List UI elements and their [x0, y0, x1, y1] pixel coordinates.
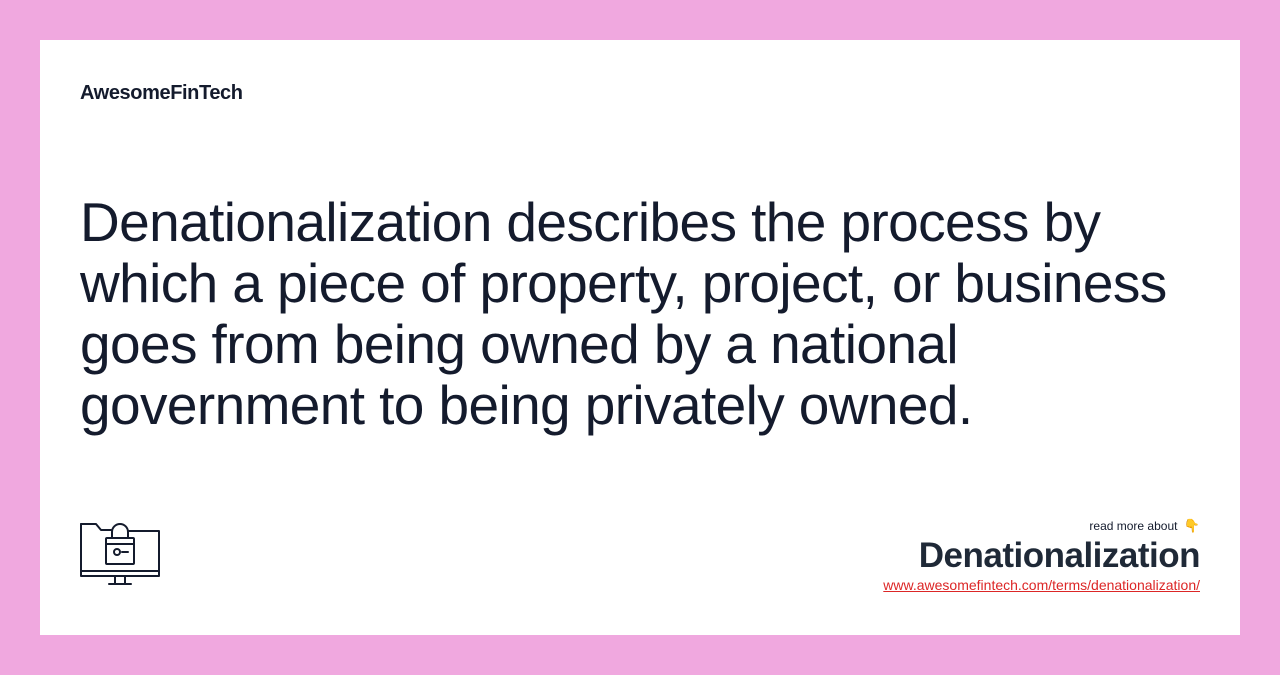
- pointing-down-icon: 👇: [1183, 518, 1200, 533]
- term-url-link[interactable]: www.awesomefintech.com/terms/denationali…: [883, 576, 1200, 594]
- read-more-text: read more about: [1089, 519, 1178, 533]
- computer-lock-icon: [80, 522, 160, 586]
- card: AwesomeFinTech Denationalization describ…: [40, 40, 1240, 635]
- definition-text: Denationalization describes the process …: [80, 191, 1167, 436]
- brand-logo-text[interactable]: AwesomeFinTech: [80, 82, 243, 105]
- term-title[interactable]: Denationalization: [883, 536, 1201, 576]
- read-more-block: read more about 👇 Denationalization www.…: [883, 518, 1200, 595]
- read-more-label: read more about 👇: [883, 518, 1200, 534]
